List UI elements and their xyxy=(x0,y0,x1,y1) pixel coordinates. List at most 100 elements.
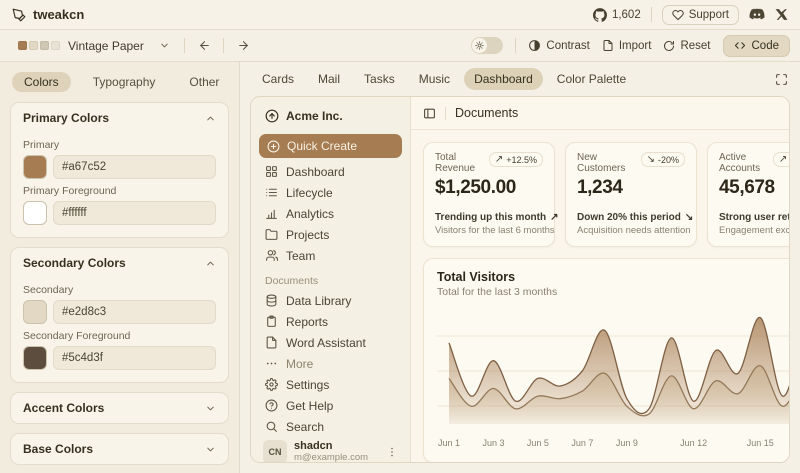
tab-music[interactable]: Music xyxy=(409,68,460,90)
contrast-button[interactable]: Contrast xyxy=(528,39,589,52)
secondary-foreground-swatch[interactable] xyxy=(23,346,47,370)
sidebar-item-reports[interactable]: Reports xyxy=(259,311,402,332)
sidebar-item-more[interactable]: More xyxy=(259,353,402,374)
divider xyxy=(223,38,224,53)
reset-label: Reset xyxy=(680,40,710,52)
tab-other[interactable]: Other xyxy=(177,72,231,92)
discord-icon[interactable] xyxy=(749,8,765,21)
folder-icon xyxy=(265,228,278,241)
primary-colors-header[interactable]: Primary Colors xyxy=(11,103,228,133)
sidebar-item-get-help[interactable]: Get Help xyxy=(259,395,402,416)
sidebar-item-dashboard[interactable]: Dashboard xyxy=(259,161,402,182)
area-chart[interactable]: Jun 1Jun 3Jun 5Jun 7Jun 9Jun 12Jun 15Jun… xyxy=(437,306,789,456)
stat-footer-sub: Acquisition needs attention xyxy=(577,225,685,236)
secondary-colors-section: Secondary Colors Secondary #e2d8c3 Secon… xyxy=(10,247,229,383)
sidebar-item-label: Dashboard xyxy=(286,165,345,179)
quick-create-label: Quick Create xyxy=(287,139,357,153)
code-button[interactable]: Code xyxy=(723,35,791,57)
divider xyxy=(445,107,446,120)
dashboard-content: Total Revenue ↗ +12.5% $1,250.00 Trendin… xyxy=(411,130,789,462)
redo-button[interactable] xyxy=(230,34,256,58)
accent-colors-header[interactable]: Accent Colors xyxy=(11,393,228,423)
svg-text:Jun 7: Jun 7 xyxy=(571,438,593,448)
theme-selector[interactable]: Vintage Paper xyxy=(10,35,178,57)
primary-foreground-input[interactable]: #ffffff xyxy=(53,201,216,225)
secondary-foreground-input[interactable]: #5c4d3f xyxy=(53,346,216,370)
reset-button[interactable]: Reset xyxy=(663,40,710,52)
base-colors-header[interactable]: Base Colors xyxy=(11,434,228,464)
undo-button[interactable] xyxy=(191,34,217,58)
sidebar-item-team[interactable]: Team xyxy=(259,245,402,266)
sidebar-item-projects[interactable]: Projects xyxy=(259,224,402,245)
secondary-color-swatch[interactable] xyxy=(23,300,47,324)
panel-left-icon[interactable] xyxy=(423,107,436,120)
support-button[interactable]: Support xyxy=(662,5,739,25)
svg-text:Jun 1: Jun 1 xyxy=(438,438,460,448)
field-label: Primary xyxy=(23,139,216,151)
theme-toolbar: Vintage Paper xyxy=(0,30,800,62)
sidebar-item-label: Analytics xyxy=(286,207,334,221)
user-menu[interactable]: CN shadcn m@example.com xyxy=(259,437,402,463)
preview-tabs: Cards Mail Tasks Music Dashboard Color P… xyxy=(240,62,800,96)
quick-create-button[interactable]: Quick Create xyxy=(259,134,402,158)
tab-tasks[interactable]: Tasks xyxy=(354,68,405,90)
badge-value: +12.5% xyxy=(506,155,537,165)
tab-typography[interactable]: Typography xyxy=(81,72,168,92)
import-button[interactable]: Import xyxy=(602,39,652,52)
tab-mail[interactable]: Mail xyxy=(308,68,350,90)
fullscreen-icon[interactable] xyxy=(775,73,788,86)
sidebar-item-search[interactable]: Search xyxy=(259,416,402,437)
top-header: tweakcn 1,602 Support xyxy=(0,0,800,30)
sidebar-item-data-library[interactable]: Data Library xyxy=(259,290,402,311)
arrow-up-circle-icon xyxy=(265,109,279,123)
sidebar-item-label: More xyxy=(286,357,313,371)
more-vertical-icon[interactable] xyxy=(386,446,398,458)
users-icon xyxy=(265,249,278,262)
stat-label: Active Accounts xyxy=(719,152,769,174)
trending-up-icon: ↗ xyxy=(495,154,503,165)
divider xyxy=(515,38,516,53)
layout-grid-icon xyxy=(265,165,278,178)
github-stars[interactable]: 1,602 xyxy=(593,8,641,22)
stat-value: 1,234 xyxy=(577,177,685,199)
tab-color-palette[interactable]: Color Palette xyxy=(547,68,636,90)
sidebar-item-label: Settings xyxy=(286,378,329,392)
user-email: m@example.com xyxy=(294,453,368,463)
sidebar-item-label: Reports xyxy=(286,315,328,329)
sidebar-item-lifecycle[interactable]: Lifecycle xyxy=(259,182,402,203)
secondary-color-input[interactable]: #e2d8c3 xyxy=(53,300,216,324)
secondary-colors-header[interactable]: Secondary Colors xyxy=(11,248,228,278)
primary-color-input[interactable]: #a67c52 xyxy=(53,155,216,179)
primary-color-swatch[interactable] xyxy=(23,155,47,179)
stat-label: Total Revenue xyxy=(435,152,485,174)
tab-dashboard[interactable]: Dashboard xyxy=(464,68,543,90)
field-label: Secondary Foreground xyxy=(23,330,216,342)
dashboard-header: Documents xyxy=(411,97,789,130)
sidebar-item-analytics[interactable]: Analytics xyxy=(259,203,402,224)
gear-icon xyxy=(265,378,278,391)
x-twitter-icon[interactable] xyxy=(775,8,788,21)
sidebar-item-settings[interactable]: Settings xyxy=(259,374,402,395)
brand[interactable]: tweakcn xyxy=(12,7,84,22)
chevron-up-icon xyxy=(205,113,216,124)
tab-colors[interactable]: Colors xyxy=(12,72,71,92)
theme-name: Vintage Paper xyxy=(68,39,151,53)
help-circle-icon xyxy=(265,399,278,412)
chart-title: Total Visitors xyxy=(437,270,789,284)
sidebar-item-label: Get Help xyxy=(286,399,333,413)
tab-cards[interactable]: Cards xyxy=(252,68,304,90)
tweakcn-app: tweakcn 1,602 Support xyxy=(0,0,800,473)
stat-card-active-accounts: Active Accounts ↗ +12.5% 45,678 Strong u… xyxy=(707,142,789,247)
stat-footer-title: Strong user retention xyxy=(719,212,789,223)
stat-footer-sub: Visitors for the last 6 months xyxy=(435,225,543,236)
sun-icon xyxy=(472,38,487,53)
stat-footer-title: Down 20% this period xyxy=(577,212,681,223)
clipboard-icon xyxy=(265,315,278,328)
sidebar-item-word-assistant[interactable]: Word Assistant xyxy=(259,332,402,353)
org-switcher[interactable]: Acme Inc. xyxy=(259,106,402,126)
chevron-up-icon xyxy=(205,258,216,269)
primary-foreground-swatch[interactable] xyxy=(23,201,47,225)
section-title: Base Colors xyxy=(23,442,93,456)
light-dark-toggle[interactable] xyxy=(471,37,503,54)
svg-text:Jun 3: Jun 3 xyxy=(482,438,504,448)
